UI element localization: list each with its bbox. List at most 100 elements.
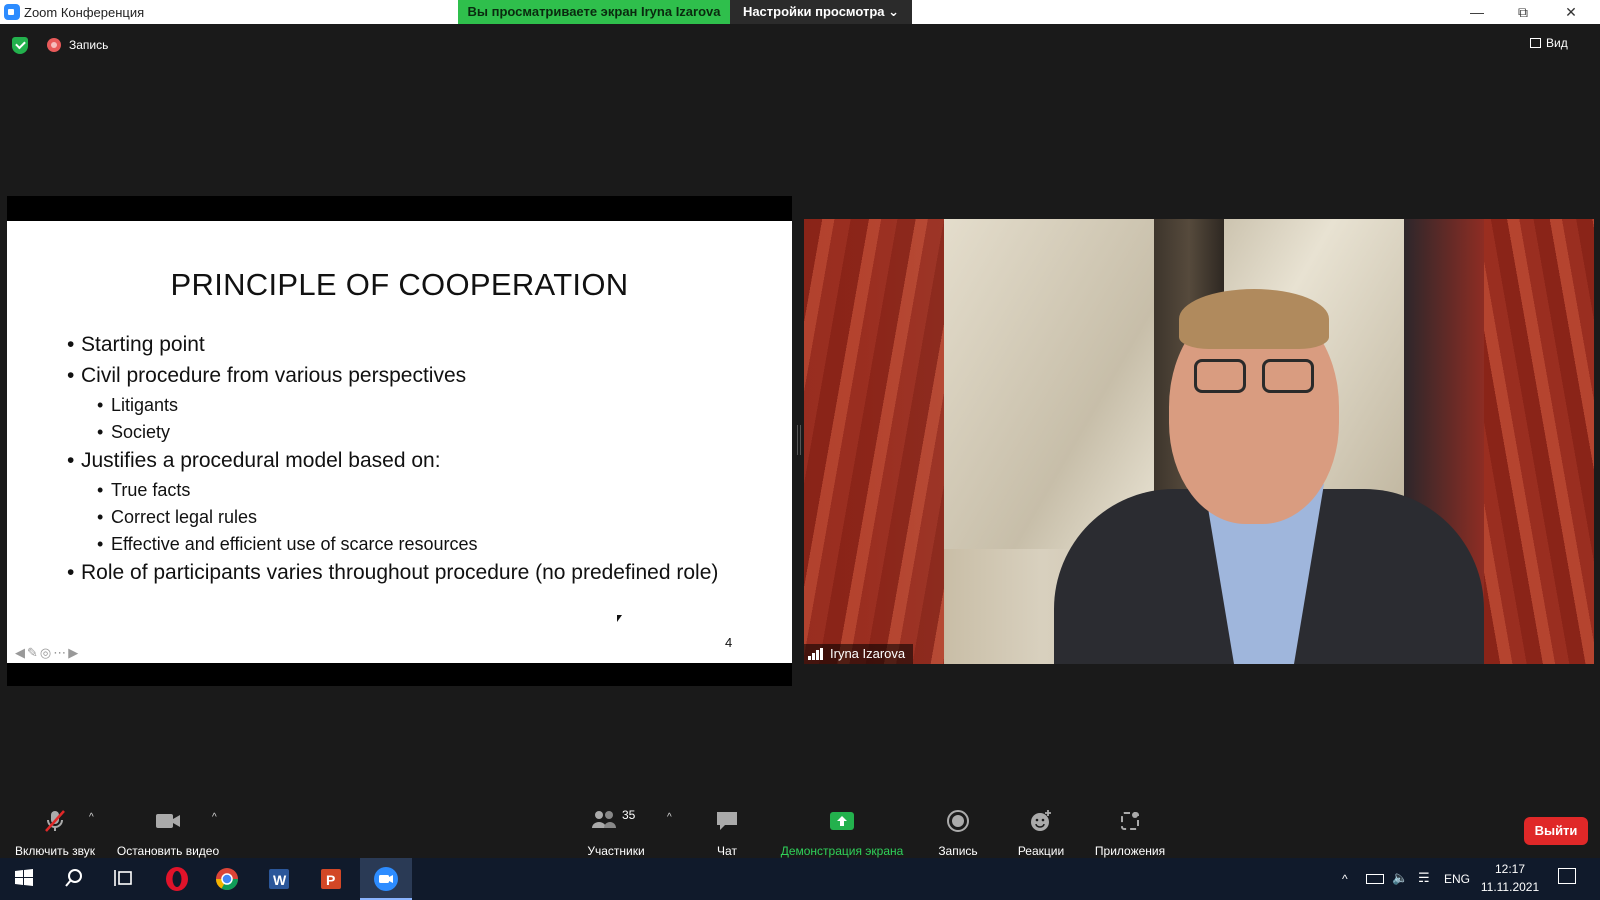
audio-options-caret[interactable]: ^	[89, 812, 94, 823]
slide-bullet-level-2: • Society	[97, 422, 718, 443]
slide-bullet-text: Effective and efficient use of scarce re…	[111, 534, 478, 554]
slide-bullet-text: Civil procedure from various perspective…	[81, 364, 467, 387]
unmute-button[interactable]: Включить звук	[10, 808, 100, 858]
unmute-label: Включить звук	[14, 844, 96, 858]
share-screen-button[interactable]: Демонстрация экрана	[774, 808, 910, 858]
participants-options-caret[interactable]: ^	[667, 812, 672, 823]
slide-bullet-level-2: • True facts	[97, 480, 718, 501]
slide-bullet-level-2: • Litigants	[97, 395, 718, 416]
svg-text:P: P	[326, 872, 335, 888]
slide-bullet-list: • Starting point • Civil procedure from var…	[67, 333, 718, 592]
video-options-caret[interactable]: ^	[212, 812, 217, 823]
slide-bullet-text: Role of participants varies throughout p…	[81, 561, 719, 584]
chat-button[interactable]: Чат	[700, 808, 754, 858]
slide-bullet-text: True facts	[111, 480, 191, 500]
language-indicator[interactable]: ENG	[1444, 872, 1470, 886]
video-curtain-left	[804, 219, 944, 664]
slide-bullet-level-1: • Role of participants varies throughout …	[67, 561, 718, 585]
share-screen-icon	[830, 812, 854, 830]
slide-bullet-text: Justifies a procedural model based on:	[81, 449, 441, 472]
chat-label: Чат	[717, 844, 737, 858]
slide-bullet-level-1: • Starting point	[67, 333, 718, 357]
zoom-camera-icon	[374, 867, 398, 891]
minimize-button[interactable]: —	[1454, 0, 1500, 24]
view-button[interactable]: Вид	[1530, 34, 1592, 54]
task-view-icon[interactable]	[112, 866, 140, 894]
clock-date[interactable]: 11.11.2021	[1476, 880, 1544, 894]
bullet-dot-icon: •	[97, 395, 104, 415]
bullet-dot-icon: •	[97, 480, 104, 500]
recording-label: Запись	[69, 38, 109, 52]
bullet-dot-icon: •	[67, 364, 75, 387]
clock-time[interactable]: 12:17	[1480, 862, 1540, 876]
view-settings-button[interactable]: Настройки просмотра ⌄	[730, 0, 912, 24]
reactions-button[interactable]: Реакции	[1010, 808, 1072, 858]
muted-microphone-icon	[45, 810, 65, 832]
bullet-dot-icon: •	[67, 333, 75, 356]
video-curtain-right	[1484, 219, 1594, 664]
view-label: Вид	[1546, 36, 1568, 50]
participants-label: Участники	[587, 844, 645, 858]
slide-title: PRINCIPLE OF COOPERATION	[170, 267, 629, 302]
stop-video-label: Остановить видео	[116, 844, 220, 858]
word-app-icon[interactable]: W	[266, 866, 294, 894]
window-title: Zoom Конференция	[24, 5, 145, 20]
apps-icon	[1121, 812, 1139, 830]
apps-button[interactable]: Приложения	[1090, 808, 1170, 858]
record-icon	[947, 810, 969, 832]
mouse-cursor-icon	[617, 615, 622, 622]
video-camera-icon	[156, 814, 180, 828]
slide-bullet-text: Starting point	[81, 333, 205, 356]
record-label: Запись	[938, 844, 978, 858]
tray-overflow-icon[interactable]: ^	[1342, 872, 1348, 886]
participants-count: 35	[622, 808, 636, 822]
slide-page-number: 4	[725, 635, 733, 650]
zoom-taskbar-button[interactable]	[360, 858, 412, 900]
presentation-slide: PRINCIPLE OF COOPERATION • Starting point…	[7, 221, 792, 663]
slide-navigation-tools[interactable]: ◀✎◎⋯▶	[15, 645, 80, 661]
bullet-dot-icon: •	[67, 449, 75, 472]
slide-bullet-level-1: • Civil procedure from various perspectiv…	[67, 364, 718, 388]
battery-icon[interactable]	[1366, 874, 1384, 884]
reactions-label: Реакции	[1017, 844, 1065, 858]
participants-button[interactable]: 35 Участники	[580, 808, 652, 858]
stop-video-button[interactable]: Остановить видео	[112, 808, 224, 858]
notifications-icon[interactable]	[1558, 868, 1576, 884]
share-screen-label: Демонстрация экрана	[780, 844, 904, 858]
slide-bullet-text: Litigants	[111, 395, 179, 415]
slide-bullet-text: Society	[111, 422, 171, 442]
split-resize-handle[interactable]	[797, 425, 801, 455]
svg-text:W: W	[273, 872, 287, 888]
participants-icon	[592, 811, 616, 828]
volume-icon[interactable]: 🔈	[1392, 870, 1408, 886]
close-window-button[interactable]: ✕	[1548, 0, 1594, 24]
video-person-hair	[1179, 289, 1329, 349]
search-icon[interactable]	[62, 866, 90, 894]
slide-bullet-level-1: • Justifies a procedural model based on:	[67, 449, 718, 473]
slide-bullet-text: Correct legal rules	[111, 507, 258, 527]
bullet-dot-icon: •	[97, 507, 104, 527]
powerpoint-app-icon[interactable]: P	[318, 866, 346, 894]
participant-video[interactable]	[804, 219, 1594, 664]
connection-signal-icon	[808, 648, 823, 660]
record-button[interactable]: Запись	[930, 808, 986, 858]
opera-browser-icon[interactable]	[164, 866, 192, 894]
video-glasses-right	[1262, 359, 1314, 393]
windows-start-icon[interactable]	[12, 866, 40, 894]
video-glasses-left	[1194, 359, 1246, 393]
leave-meeting-button[interactable]: Выйти	[1524, 817, 1588, 845]
zoom-app-icon	[4, 4, 20, 20]
chat-bubble-icon	[717, 812, 737, 830]
apps-label: Приложения	[1094, 844, 1166, 858]
bullet-dot-icon: •	[67, 561, 75, 584]
restore-button[interactable]: ⧉	[1500, 0, 1546, 24]
slide-bullet-level-2: • Effective and efficient use of scarce r…	[97, 534, 718, 555]
bullet-dot-icon: •	[97, 534, 104, 554]
slide-bullet-level-2: • Correct legal rules	[97, 507, 718, 528]
recording-icon	[47, 38, 61, 52]
screen-share-banner: Вы просматриваете экран Iryna Izarova	[458, 0, 730, 24]
security-shield-icon[interactable]	[12, 37, 28, 54]
network-icon[interactable]: ☴	[1418, 870, 1430, 886]
grid-view-icon	[1530, 38, 1541, 48]
chrome-browser-icon[interactable]	[214, 866, 242, 894]
